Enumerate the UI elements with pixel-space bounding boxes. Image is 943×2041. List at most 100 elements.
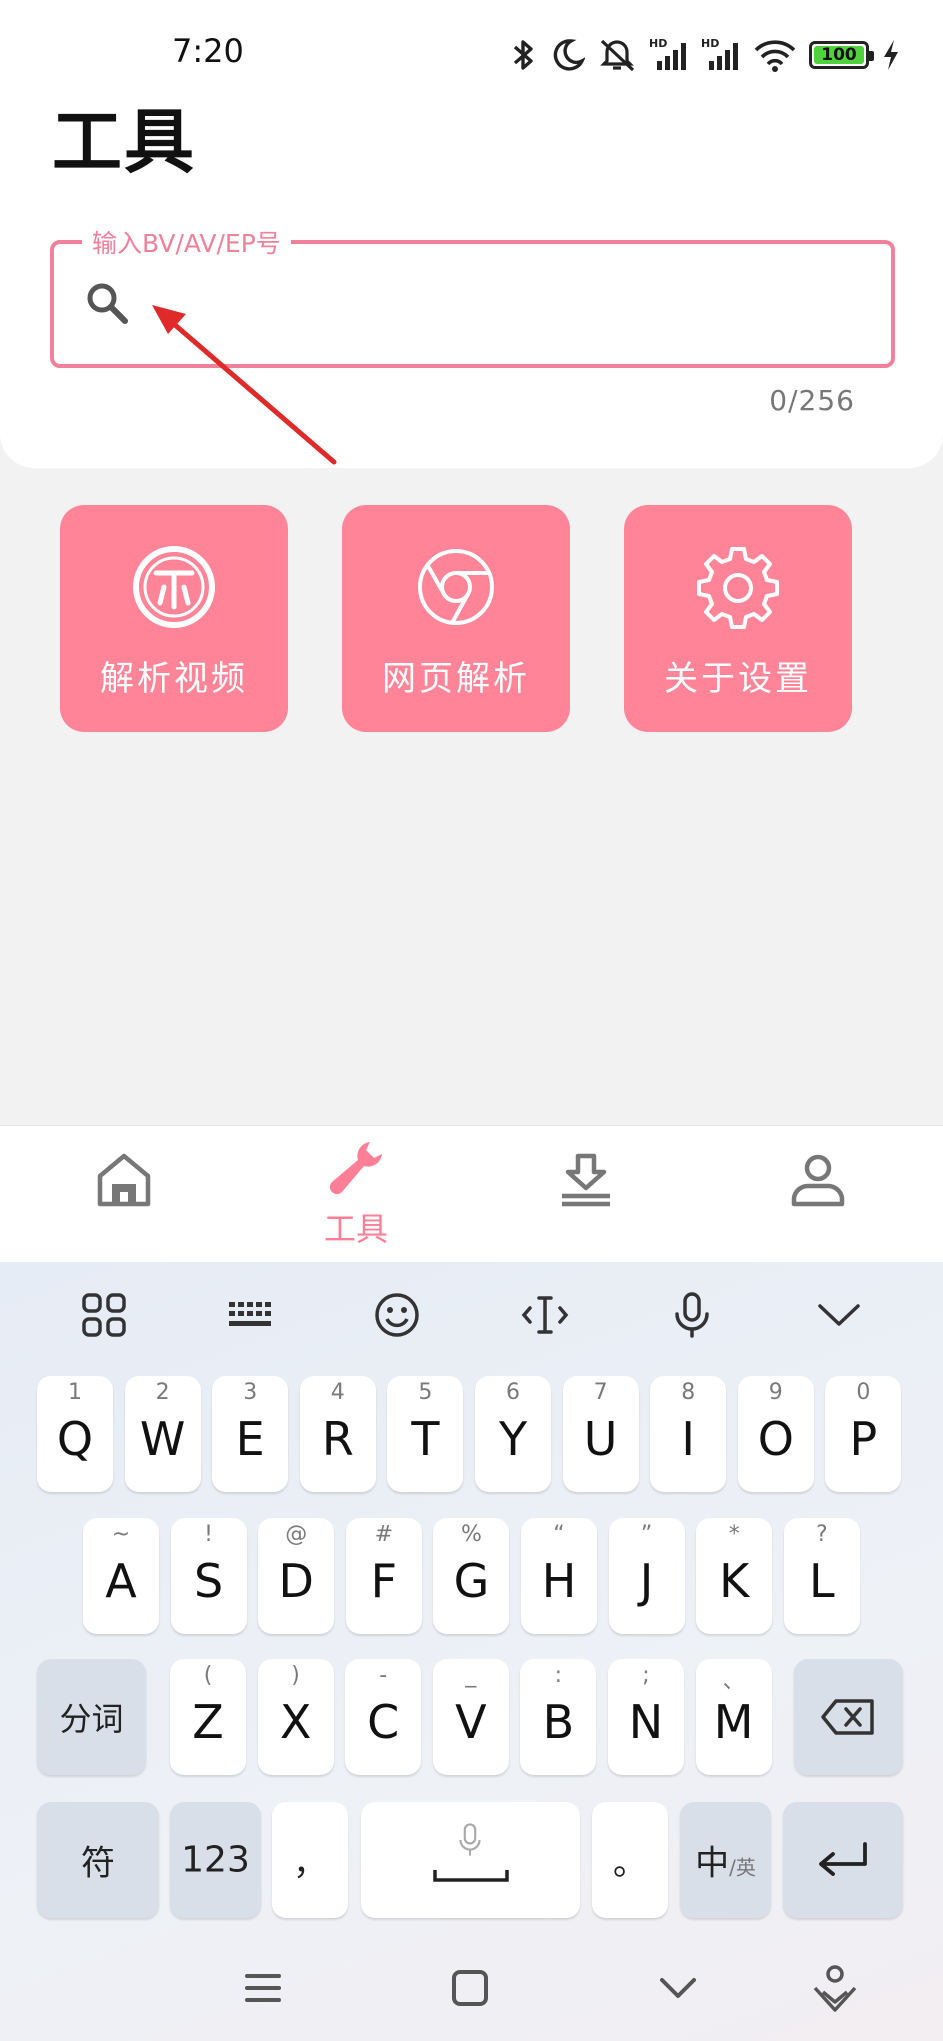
key-l[interactable]: ? L <box>783 1518 860 1634</box>
back-button[interactable] <box>650 1960 706 2016</box>
key-secondary-label: 8 <box>681 1380 696 1405</box>
chevron-down-icon <box>818 1304 860 1326</box>
key-symbols[interactable]: 符 <box>37 1802 159 1918</box>
key-secondary-label: 9 <box>768 1380 783 1405</box>
key-secondary-label: ; <box>642 1663 650 1688</box>
key-n[interactable]: ; N <box>608 1659 684 1775</box>
keyboard-toolbar <box>0 1262 943 1367</box>
emoji-button[interactable] <box>372 1290 422 1340</box>
user-icon <box>791 1154 845 1207</box>
tile-label: 解析视频 <box>100 659 248 699</box>
key-f[interactable]: # F <box>345 1518 422 1634</box>
key-primary-label: J <box>639 1554 654 1608</box>
signal-hd-icon: HD <box>701 37 738 70</box>
nav-tools[interactable]: 工具 <box>296 1126 416 1263</box>
key-secondary-label: % <box>460 1522 482 1547</box>
key-primary-label: S <box>193 1554 224 1608</box>
key-j[interactable]: ” J <box>608 1518 685 1634</box>
key-c[interactable]: -C <box>345 1659 422 1775</box>
key-secondary-label: _ <box>465 1663 477 1688</box>
key-label: 分词 <box>59 1700 124 1738</box>
keyboard-layout-button[interactable] <box>226 1290 276 1340</box>
battery-level: 100 <box>821 45 857 65</box>
apps-grid-button[interactable] <box>79 1290 129 1340</box>
key-secondary-label: 6 <box>506 1380 520 1405</box>
key-g[interactable]: % G <box>433 1518 510 1634</box>
emoji-icon <box>375 1293 419 1337</box>
cursor-button[interactable] <box>520 1290 570 1340</box>
key-primary-label: W <box>139 1412 186 1466</box>
key-period[interactable]: 。 <box>592 1802 668 1918</box>
key-secondary-label: * <box>728 1522 740 1547</box>
assistant-button[interactable] <box>807 1960 863 2016</box>
home-button[interactable] <box>442 1960 498 2016</box>
assistant-icon <box>813 1965 857 2012</box>
collapse-keyboard-button[interactable] <box>814 1290 864 1340</box>
key-primary-label: F <box>370 1554 398 1608</box>
key-m[interactable]: 、 M <box>695 1659 772 1775</box>
key-i[interactable]: 8I <box>650 1376 727 1492</box>
key-primary-label: I <box>681 1412 695 1466</box>
key-space[interactable] <box>361 1802 580 1918</box>
apps-grid-icon <box>82 1293 126 1337</box>
cursor-icon <box>521 1296 569 1334</box>
signal-hd-icon: HD <box>649 37 686 70</box>
key-p[interactable]: 0P <box>825 1376 902 1492</box>
svg-text:HD: HD <box>701 37 719 50</box>
key-e[interactable]: 3E <box>212 1376 289 1492</box>
search-field[interactable]: 输入BV/AV/EP号 <box>50 224 895 368</box>
key-q[interactable]: 1Q <box>37 1376 113 1492</box>
key-comma[interactable]: ， <box>272 1802 348 1918</box>
key-k[interactable]: * K <box>696 1518 773 1634</box>
key-s[interactable]: ! S <box>170 1518 247 1634</box>
key-secondary-label: 3 <box>243 1380 258 1405</box>
space-bar-icon <box>433 1870 509 1882</box>
key-w[interactable]: 2W <box>124 1376 201 1492</box>
tile-settings[interactable]: 关于设置 <box>624 505 852 732</box>
keyboard: 1Q2W3E4R5T6Y7U8I9O0P ~ A! S @ D # F% G “H” J * K? L … <box>0 1262 943 2041</box>
key-secondary-label: 5 <box>418 1380 433 1405</box>
key-primary-label: Q <box>56 1412 94 1466</box>
key-backspace[interactable] <box>794 1659 903 1775</box>
tile-web-parse[interactable]: 网页解析 <box>342 505 570 732</box>
key-b[interactable]: :B <box>520 1659 597 1775</box>
key-enter[interactable] <box>783 1802 903 1918</box>
keyboard-icon <box>229 1302 271 1326</box>
key-v[interactable]: _ V <box>432 1659 509 1775</box>
page-title: 工具 <box>52 101 196 183</box>
wifi-icon <box>754 40 796 72</box>
microphone-icon <box>459 1823 481 1856</box>
nav-profile[interactable] <box>758 1126 878 1263</box>
key-r[interactable]: 4R <box>299 1376 376 1492</box>
key-primary-label: G <box>453 1554 490 1608</box>
key-primary-label: X <box>279 1695 312 1749</box>
key-t[interactable]: 5T <box>387 1376 464 1492</box>
voice-button[interactable] <box>667 1290 717 1340</box>
key-label: 符 <box>81 1843 115 1884</box>
nav-home[interactable] <box>64 1126 184 1263</box>
key-primary-label: Z <box>192 1695 224 1749</box>
key-numbers[interactable]: 123 <box>170 1802 261 1918</box>
tile-parse-video[interactable]: 解析视频 <box>60 505 288 732</box>
key-h[interactable]: “H <box>521 1518 597 1634</box>
key-u[interactable]: 7U <box>562 1376 639 1492</box>
search-icon <box>87 283 128 324</box>
key-language-switch[interactable]: 中/英 <box>680 1802 771 1918</box>
key-a[interactable]: ~ A <box>83 1518 159 1634</box>
key-o[interactable]: 9O <box>737 1376 814 1492</box>
key-fenci[interactable]: 分词 <box>37 1659 146 1775</box>
nav-download[interactable] <box>526 1126 646 1263</box>
key-secondary-label: 1 <box>68 1380 82 1405</box>
gear-icon <box>697 547 779 629</box>
key-x[interactable]: ) X <box>257 1659 334 1775</box>
menu-button[interactable] <box>235 1960 291 2016</box>
tile-label: 关于设置 <box>664 659 812 699</box>
key-z[interactable]: (Z <box>170 1659 246 1775</box>
key-y[interactable]: 6Y <box>475 1376 551 1492</box>
key-d[interactable]: @ D <box>258 1518 335 1634</box>
key-primary-label: L <box>808 1554 835 1608</box>
system-nav <box>0 1936 943 2041</box>
search-input[interactable] <box>154 264 854 344</box>
lang-sub: /英 <box>729 1855 756 1880</box>
charging-icon <box>884 40 898 70</box>
